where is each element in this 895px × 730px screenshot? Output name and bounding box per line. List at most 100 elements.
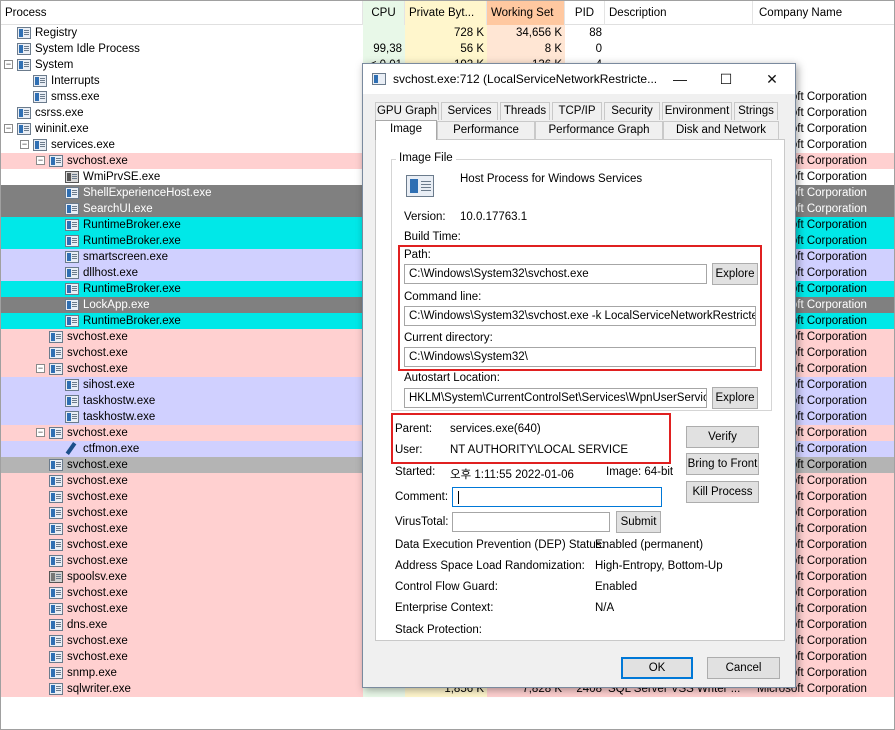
- process-icon: [49, 331, 63, 343]
- verify-button[interactable]: Verify: [686, 426, 759, 448]
- private-bytes-cell: 728 K: [405, 25, 487, 41]
- process-name-cell: LockApp.exe: [1, 297, 363, 313]
- tab-environment[interactable]: Environment: [662, 102, 732, 120]
- collapse-toggle-icon[interactable]: −: [4, 60, 13, 69]
- process-icon: [65, 219, 79, 231]
- process-icon: [49, 603, 63, 615]
- collapse-toggle-icon[interactable]: −: [36, 364, 45, 373]
- parent-user-highlight-box: [391, 413, 671, 464]
- tab-gpu-graph[interactable]: GPU Graph: [375, 102, 439, 120]
- company-cell: [753, 25, 894, 41]
- started-label: Started:: [395, 466, 436, 478]
- process-icon: [65, 283, 79, 295]
- process-name-cell: svchost.exe: [1, 537, 363, 553]
- process-row[interactable]: Registry 728 K 34,656 K 88: [1, 25, 894, 41]
- col-company[interactable]: Company Name: [753, 1, 894, 25]
- process-name-cell: svchost.exe: [1, 553, 363, 569]
- process-icon: [49, 459, 63, 471]
- process-name-cell: Interrupts: [1, 73, 363, 89]
- process-name-cell: svchost.exe: [1, 633, 363, 649]
- tab-threads[interactable]: Threads: [500, 102, 550, 120]
- app-icon: [372, 73, 386, 85]
- process-icon: [17, 59, 31, 71]
- minimize-icon[interactable]: —: [657, 64, 703, 94]
- tab-tcpip[interactable]: TCP/IP: [552, 102, 602, 120]
- process-icon: [49, 155, 63, 167]
- pid-cell: 0: [565, 41, 605, 57]
- process-icon: [65, 203, 79, 215]
- description-cell: [605, 41, 753, 57]
- process-name-cell: svchost.exe: [1, 473, 363, 489]
- process-name: dns.exe: [67, 619, 108, 631]
- tab-disk-and-network[interactable]: Disk and Network: [663, 121, 779, 139]
- col-private-bytes[interactable]: Private Byt...: [405, 1, 487, 25]
- col-description[interactable]: Description: [605, 1, 753, 25]
- process-name: svchost.exe: [67, 331, 128, 343]
- process-icon: [33, 139, 47, 151]
- process-name: svchost.exe: [67, 507, 128, 519]
- col-pid[interactable]: PID: [565, 1, 605, 25]
- bring-to-front-button[interactable]: Bring to Front: [686, 453, 759, 475]
- build-time-label: Build Time:: [404, 231, 461, 243]
- process-row[interactable]: System Idle Process 99,38 56 K8 K0: [1, 41, 894, 57]
- aslr-value: High-Entropy, Bottom-Up: [595, 560, 723, 572]
- process-name: svchost.exe: [67, 651, 128, 663]
- cfg-value: Enabled: [595, 581, 638, 593]
- process-name-cell: − svchost.exe: [1, 153, 363, 169]
- process-icon: [65, 299, 79, 311]
- process-icon: [17, 123, 31, 135]
- cancel-button[interactable]: Cancel: [707, 657, 780, 679]
- private-bytes-cell: 56 K: [405, 41, 487, 57]
- col-process[interactable]: Process: [1, 1, 363, 25]
- process-name: LockApp.exe: [83, 299, 150, 311]
- process-name: Registry: [35, 27, 78, 39]
- collapse-toggle-icon[interactable]: −: [36, 156, 45, 165]
- submit-button[interactable]: Submit: [616, 511, 661, 533]
- process-name: svchost.exe: [67, 491, 128, 503]
- process-name-cell: csrss.exe: [1, 105, 363, 121]
- comment-field[interactable]: [452, 487, 662, 507]
- collapse-toggle-icon[interactable]: −: [4, 124, 13, 133]
- image-tab-panel: Image File Host Process for Windows Serv…: [375, 139, 785, 641]
- tab-image[interactable]: Image: [375, 120, 437, 140]
- ok-button[interactable]: OK: [621, 657, 693, 679]
- col-cpu[interactable]: CPU: [363, 1, 405, 25]
- virustotal-label: VirusTotal:: [395, 516, 449, 528]
- kill-process-button[interactable]: Kill Process: [686, 481, 759, 503]
- file-description: Host Process for Windows Services: [460, 173, 643, 185]
- tab-services[interactable]: Services: [441, 102, 498, 120]
- col-working-set[interactable]: Working Set: [487, 1, 565, 25]
- tab-strings[interactable]: Strings: [734, 102, 778, 120]
- process-name: RuntimeBroker.exe: [83, 219, 181, 231]
- process-name: services.exe: [51, 139, 115, 151]
- close-icon[interactable]: ✕: [749, 64, 795, 94]
- autostart-field[interactable]: HKLM\System\CurrentControlSet\Services\W…: [404, 388, 707, 408]
- process-name-cell: svchost.exe: [1, 489, 363, 505]
- working-set-cell: 34,656 K: [487, 25, 565, 41]
- collapse-toggle-icon[interactable]: −: [36, 428, 45, 437]
- process-icon: [49, 571, 63, 583]
- explore-autostart-button[interactable]: Explore: [712, 387, 758, 409]
- tab-performance[interactable]: Performance: [437, 121, 535, 139]
- process-icon: [17, 27, 31, 39]
- process-name-cell: svchost.exe: [1, 585, 363, 601]
- process-name-cell: snmp.exe: [1, 665, 363, 681]
- process-icon: [49, 619, 63, 631]
- enterprise-context-value: N/A: [595, 602, 615, 614]
- process-icon: [65, 315, 79, 327]
- virustotal-field[interactable]: [452, 512, 610, 532]
- version-value: 10.0.17763.1: [460, 211, 528, 223]
- process-name-cell: taskhostw.exe: [1, 393, 363, 409]
- tab-security[interactable]: Security: [604, 102, 660, 120]
- tab-performance-graph[interactable]: Performance Graph: [535, 121, 663, 139]
- process-name: SearchUI.exe: [83, 203, 153, 215]
- process-icon: [65, 395, 79, 407]
- process-icon: [49, 555, 63, 567]
- maximize-icon[interactable]: ☐: [703, 64, 749, 94]
- process-name: csrss.exe: [35, 107, 84, 119]
- collapse-toggle-icon[interactable]: −: [20, 140, 29, 149]
- process-name-cell: spoolsv.exe: [1, 569, 363, 585]
- process-name: svchost.exe: [67, 347, 128, 359]
- process-icon: [49, 427, 63, 439]
- process-icon: [49, 363, 63, 375]
